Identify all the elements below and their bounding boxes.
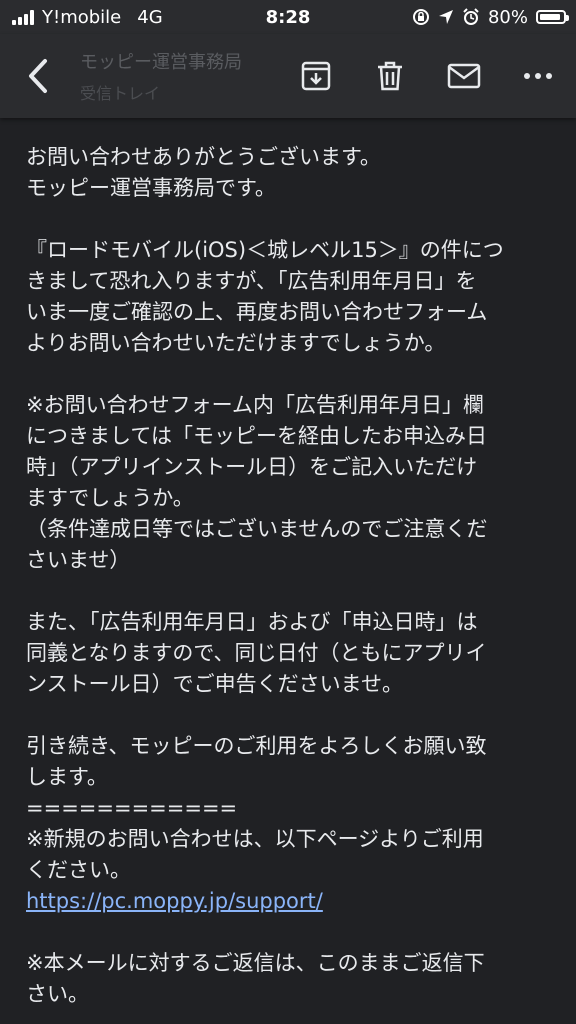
body-text-line: きまして恐れ入りますが、「広告利用年月日」を (26, 269, 477, 293)
body-text-line: します。 (26, 765, 108, 789)
back-button[interactable] (18, 56, 58, 96)
toolbar-actions (296, 56, 558, 96)
body-text-line: ください。 (26, 858, 131, 882)
rotation-lock-icon (412, 9, 429, 25)
body-text-line: ンストール日）でご申告くださいませ。 (26, 672, 403, 696)
body-text-line: ============ (26, 796, 238, 820)
signal-icon (12, 9, 34, 25)
status-left: Y!mobile 4G (12, 7, 163, 28)
body-text-line: （条件達成日等ではございませんのでご注意くだ (26, 517, 488, 541)
delete-button[interactable] (370, 56, 410, 96)
body-text-line: お問い合わせありがとうございます。 (26, 145, 381, 169)
body-text-line: また、「広告利用年月日」および「申込日時」は (26, 610, 478, 634)
battery-icon (536, 10, 569, 24)
network-label: 4G (137, 6, 163, 28)
body-text-line: ※新規のお問い合わせは、以下ページよりご利用 (26, 827, 484, 851)
body-text-line: さいませ） (26, 548, 131, 572)
support-link[interactable]: https://pc.moppy.jp/support/ (26, 889, 323, 913)
body-text-line: ※本メールに対するご返信は、このままご返信下 (26, 951, 485, 975)
toolbar-subject-ghost: モッピー運営事務局 (80, 52, 242, 73)
mail-icon (447, 63, 481, 89)
more-options-button[interactable] (518, 56, 558, 96)
body-text-line: さい。 (26, 982, 89, 1006)
body-text-line: モッピー運営事務局です。 (26, 176, 276, 200)
body-text-line: いま一度ご確認の上、再度お問い合わせフォーム (26, 300, 488, 324)
carrier-label: Y!mobile (42, 6, 122, 28)
email-body-lines: お問い合わせありがとうございます。 モッピー運営事務局です。『ロードモバイル(iO… (26, 142, 550, 886)
status-right: 80% (412, 6, 569, 28)
status-bar: Y!mobile 4G 8:28 80% (0, 0, 576, 34)
email-footer-lines: ※本メールに対するご返信は、このままご返信下 さい。 (26, 917, 550, 1010)
body-text-line: につきましては「モッピーを経由したお申込み日 (26, 424, 487, 448)
body-text-line: 『ロードモバイル(iOS)＜城レベル15＞』の件につ (26, 238, 504, 262)
body-text-line: 引き続き、モッピーのご利用をよろしくお願い致 (26, 734, 487, 758)
mail-toolbar: モッピー運営事務局 受信トレイ (0, 34, 576, 118)
alarm-icon (463, 8, 479, 25)
more-horizontal-icon (524, 73, 552, 79)
body-text-line: ますでしょうか。 (26, 486, 194, 510)
email-body: お問い合わせありがとうございます。 モッピー運営事務局です。『ロードモバイル(iO… (0, 118, 576, 1024)
body-text-line: よりお問い合わせいただけますでしょうか。 (26, 331, 446, 355)
body-text-line: ※お問い合わせフォーム内「広告利用年月日」欄 (26, 393, 484, 417)
trash-icon (378, 61, 402, 91)
chevron-left-icon (29, 59, 47, 93)
battery-percent: 80% (487, 6, 528, 28)
location-icon (438, 10, 453, 24)
archive-button[interactable] (296, 56, 336, 96)
support-link-line: https://pc.moppy.jp/support/ (26, 886, 550, 917)
body-text-line: 同義となりますので、同じ日付（ともにアプリイ (26, 641, 487, 665)
archive-icon (301, 61, 331, 91)
toolbar-subject-ghost-2: 受信トレイ (80, 84, 161, 103)
body-text-line: 時」（アプリインストール日）をご記入いただけ (26, 455, 478, 479)
mark-unread-button[interactable] (444, 56, 484, 96)
